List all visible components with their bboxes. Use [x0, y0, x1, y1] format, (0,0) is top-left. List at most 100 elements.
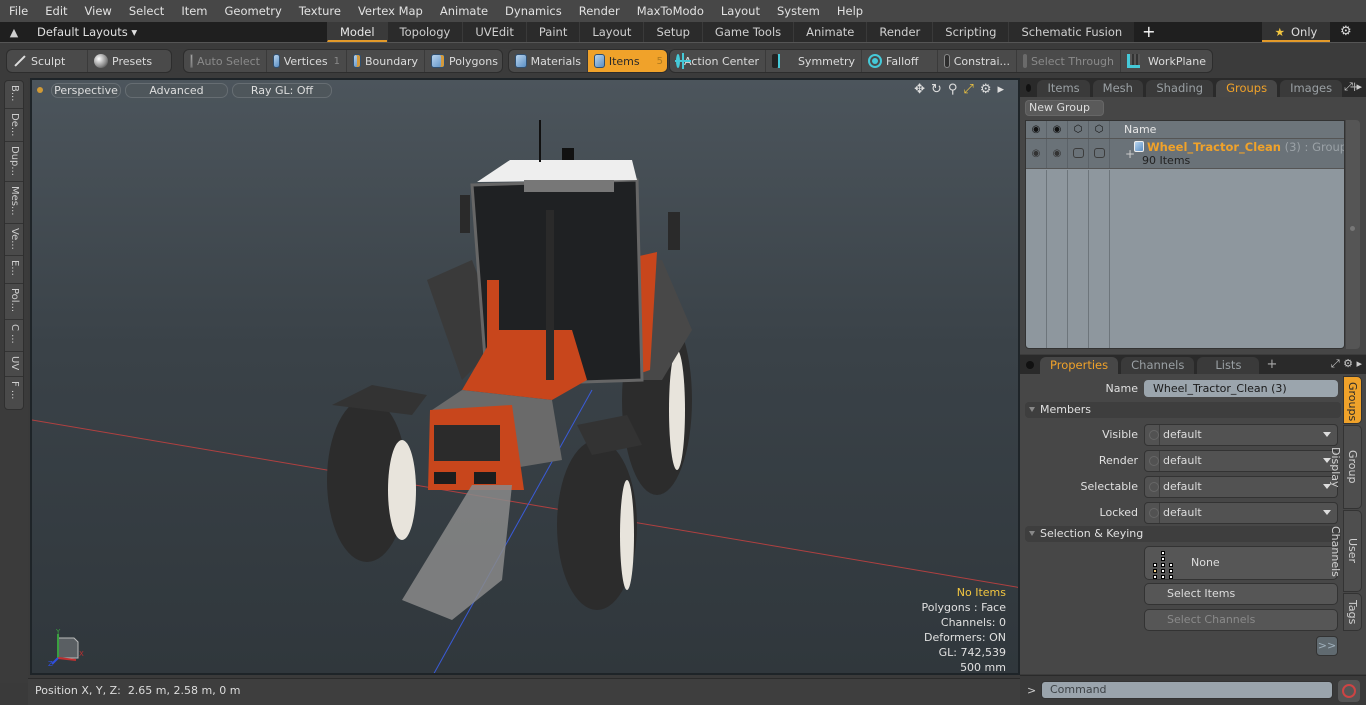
zoom-icon[interactable]: ⚲ [948, 82, 958, 97]
tab-uvedit[interactable]: UVEdit [462, 22, 526, 42]
collapse-up-icon[interactable]: ▲ [0, 26, 28, 39]
maximize-icon[interactable]: ⤢ [963, 82, 973, 97]
render-camera-icon[interactable]: ◉ [1047, 121, 1068, 138]
viewport-options-dot[interactable] [37, 87, 43, 93]
tab-shading[interactable]: Shading [1146, 80, 1214, 97]
expand-gear-icon[interactable]: ⤢ ⚙ ▸ [1331, 357, 1362, 371]
menu-edit[interactable]: Edit [36, 0, 75, 22]
record-macro-icon[interactable] [1338, 680, 1360, 702]
menu-system[interactable]: System [768, 0, 828, 22]
new-group-button[interactable]: New Group [1025, 100, 1104, 116]
render-dropdown[interactable]: default [1144, 450, 1338, 472]
tool-tab-curve[interactable]: C ... [5, 320, 23, 352]
expand-icon[interactable]: ⤢ ▸ [1344, 80, 1362, 94]
tool-tab-b[interactable]: B... [5, 81, 23, 109]
tool-tab-vertex[interactable]: Ve... [5, 224, 23, 256]
visible-dropdown[interactable]: default [1144, 424, 1338, 446]
falloff-button[interactable]: Falloff [862, 50, 938, 72]
locked-dropdown[interactable]: default [1144, 502, 1338, 524]
keying-none-button[interactable]: None [1144, 546, 1338, 580]
selection-keying-section[interactable]: Selection & Keying [1025, 526, 1341, 542]
row-lock-checkbox[interactable] [1068, 139, 1089, 168]
raygl-button[interactable]: Ray GL: Off [232, 82, 332, 98]
menu-dynamics[interactable]: Dynamics [496, 0, 570, 22]
polygons-button[interactable]: Polygons [425, 50, 502, 72]
tab-paint[interactable]: Paint [525, 22, 580, 42]
side-tab-user-channels[interactable]: User Channels [1329, 510, 1362, 592]
tab-items[interactable]: Items [1037, 80, 1090, 97]
select-channels-button[interactable]: Select Channels [1144, 609, 1338, 631]
add-panel-tab-button[interactable]: + [1266, 357, 1277, 372]
members-section[interactable]: Members [1025, 402, 1341, 418]
tab-render[interactable]: Render [866, 22, 933, 42]
presets-button[interactable]: Presets [88, 50, 171, 72]
symmetry-button[interactable]: Symmetry [766, 50, 862, 72]
menu-select[interactable]: Select [120, 0, 172, 22]
rotate-icon[interactable]: ↻ [931, 82, 942, 97]
constraints-button[interactable]: Constrai... [938, 50, 1017, 72]
name-column-header[interactable]: Name [1110, 121, 1156, 138]
boundary-button[interactable]: Boundary [347, 50, 425, 72]
arrow-right-icon[interactable]: ▸ [997, 82, 1004, 97]
tab-game-tools[interactable]: Game Tools [701, 22, 794, 42]
tab-animate[interactable]: Animate [793, 22, 867, 42]
menu-help[interactable]: Help [828, 0, 871, 22]
view-mode-button[interactable]: Perspective [51, 82, 121, 98]
tool-tab-deform[interactable]: De... [5, 109, 23, 142]
action-center-button[interactable]: Action Center [670, 50, 766, 72]
row-select-checkbox[interactable] [1089, 139, 1110, 168]
menu-view[interactable]: View [76, 0, 120, 22]
menu-texture[interactable]: Texture [290, 0, 349, 22]
tab-lists[interactable]: Lists [1197, 357, 1260, 374]
row-eye-icon[interactable]: ◉ [1026, 139, 1047, 168]
tool-tab-fusion[interactable]: F ... [5, 377, 23, 407]
tab-topology[interactable]: Topology [386, 22, 463, 42]
menu-layout[interactable]: Layout [712, 0, 768, 22]
move-icon[interactable]: ✥ [914, 82, 925, 97]
menu-maxtomodo[interactable]: MaxToModo [628, 0, 712, 22]
tool-tab-duplicate[interactable]: Dup... [5, 142, 23, 182]
items-button[interactable]: Items 5 [588, 50, 667, 72]
tab-images[interactable]: Images [1280, 80, 1343, 97]
3d-viewport[interactable]: Perspective Advanced Ray GL: Off ✥ ↻ ⚲ ⤢… [30, 78, 1020, 675]
gear-icon[interactable]: ⚙ [980, 82, 992, 97]
materials-button[interactable]: Materials [509, 50, 588, 72]
tab-layout[interactable]: Layout [579, 22, 644, 42]
panel-options-dot[interactable] [1026, 84, 1032, 92]
tool-tab-uv[interactable]: UV [5, 352, 23, 377]
tool-tab-polygon[interactable]: Pol... [5, 284, 23, 320]
lock-cube-icon[interactable]: ⬡ [1068, 121, 1089, 138]
tab-properties[interactable]: Properties [1040, 357, 1119, 374]
menu-vertex-map[interactable]: Vertex Map [349, 0, 431, 22]
tab-channels[interactable]: Channels [1121, 357, 1195, 374]
add-tab-button[interactable]: + [1134, 22, 1163, 42]
auto-select-button[interactable]: Auto Select [184, 50, 267, 72]
tab-schematic-fusion[interactable]: Schematic Fusion [1008, 22, 1135, 42]
only-toggle[interactable]: ★ Only [1262, 22, 1330, 42]
more-button[interactable]: >> [1316, 636, 1338, 656]
tab-groups[interactable]: Groups [1216, 80, 1278, 97]
name-input[interactable]: Wheel_Tractor_Clean (3) [1144, 380, 1338, 397]
menu-render[interactable]: Render [570, 0, 628, 22]
tool-tab-edge[interactable]: E... [5, 256, 23, 284]
row-camera-icon[interactable]: ◉ [1047, 139, 1068, 168]
group-row[interactable]: ◉ ◉ + Wheel_Tractor_Clean (3) : Group 90… [1026, 139, 1344, 169]
visibility-eye-icon[interactable]: ◉ [1026, 121, 1047, 138]
selectable-dropdown[interactable]: default [1144, 476, 1338, 498]
selectable-cube-icon[interactable]: ⬡ [1089, 121, 1110, 138]
select-through-button[interactable]: Select Through [1017, 50, 1121, 72]
groups-scrollbar[interactable] [1346, 120, 1360, 349]
tab-setup[interactable]: Setup [643, 22, 702, 42]
side-tab-tags[interactable]: Tags [1343, 593, 1362, 631]
sculpt-button[interactable]: Sculpt [7, 50, 89, 72]
shading-mode-button[interactable]: Advanced [125, 82, 228, 98]
select-items-button[interactable]: Select Items [1144, 583, 1338, 605]
command-input[interactable]: Command [1041, 681, 1333, 699]
tab-model[interactable]: Model [327, 22, 387, 42]
menu-animate[interactable]: Animate [431, 0, 496, 22]
tab-mesh[interactable]: Mesh ... [1092, 80, 1144, 112]
panel-options-dot[interactable] [1026, 361, 1034, 369]
tab-scripting[interactable]: Scripting [932, 22, 1009, 42]
gear-icon[interactable]: ⚙ [1340, 22, 1352, 42]
layouts-dropdown[interactable]: Default Layouts ▾ [37, 25, 137, 39]
